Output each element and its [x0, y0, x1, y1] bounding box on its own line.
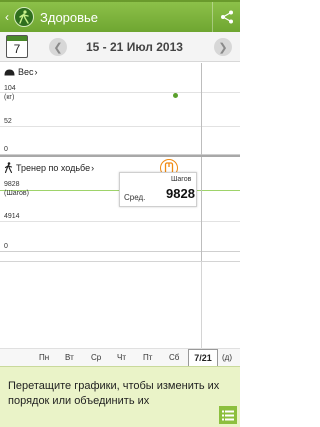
- empty-chart-area: [0, 262, 240, 348]
- gridline: [0, 221, 240, 222]
- walking-chart-header[interactable]: Тренер по ходьбе ›: [4, 162, 94, 173]
- walking-y-zero-label: 0: [4, 243, 8, 250]
- tooltip-value: 9828: [166, 186, 195, 201]
- tooltip-label: Сред.: [124, 193, 146, 202]
- hint-banner: Перетащите графики, чтобы изменить их по…: [0, 366, 240, 427]
- weight-chart[interactable]: Вес › 104 (кг) 52 0: [0, 63, 240, 156]
- gridline: [0, 126, 240, 127]
- back-chevron-icon[interactable]: ‹: [2, 10, 12, 24]
- weight-data-point[interactable]: [173, 93, 178, 98]
- walking-y-max-label: 9828: [4, 181, 20, 188]
- selected-day-line: [201, 262, 202, 348]
- day-label: Пт: [143, 353, 153, 362]
- gridline: [0, 251, 240, 252]
- walking-chart-chevron-icon: ›: [91, 162, 95, 173]
- weight-y-unit-label: (кг): [4, 94, 15, 101]
- walking-y-unit-label: (Шагов): [4, 190, 29, 197]
- weight-chart-title: Вес: [18, 67, 34, 77]
- app-title: Здоровье: [40, 9, 99, 25]
- calendar-icon[interactable]: 7: [6, 35, 28, 58]
- weight-y-zero-label: 0: [4, 146, 8, 153]
- walking-chart-title: Тренер по ходьбе: [16, 162, 91, 173]
- share-icon[interactable]: [212, 2, 240, 32]
- next-week-button[interactable]: ❯: [214, 38, 232, 56]
- app-bar: ‹ Здоровье: [0, 2, 240, 32]
- weight-chart-header[interactable]: Вес ›: [4, 67, 38, 77]
- weight-y-max-label: 104: [4, 85, 16, 92]
- tooltip-unit: Шагов: [171, 176, 192, 183]
- list-icon[interactable]: [219, 406, 237, 424]
- date-navigation-bar: 7 ❮ 15 - 21 Июл 2013 ❯: [0, 32, 240, 62]
- calendar-day: 7: [13, 42, 21, 56]
- date-range: 15 - 21 Июл 2013: [86, 40, 183, 54]
- walking-figure-icon[interactable]: [14, 7, 34, 27]
- weight-y-mid-label: 52: [4, 118, 12, 125]
- hint-text: Перетащите графики, чтобы изменить их по…: [8, 380, 220, 407]
- day-label: Чт: [117, 353, 126, 362]
- day-label: Пн: [39, 353, 50, 362]
- day-unit-label: (д): [222, 353, 232, 362]
- scale-icon: [4, 69, 15, 75]
- weight-chart-chevron-icon: ›: [34, 67, 38, 77]
- gridline: [0, 92, 240, 93]
- current-date-marker[interactable]: 7/21: [188, 349, 218, 367]
- walking-icon: [4, 162, 13, 173]
- previous-week-button[interactable]: ❮: [49, 38, 67, 56]
- day-label: Вт: [65, 353, 74, 362]
- day-axis: Пн Вт Ср Чт Пт Сб 7/21 (д): [0, 348, 240, 367]
- day-label: Сб: [169, 353, 180, 362]
- selected-day-line: [201, 157, 202, 262]
- selected-day-line: [201, 63, 202, 156]
- walking-y-mid-label: 4914: [4, 213, 20, 220]
- walking-average-tooltip: Шагов Сред. 9828: [119, 172, 197, 207]
- day-label: Ср: [91, 353, 102, 362]
